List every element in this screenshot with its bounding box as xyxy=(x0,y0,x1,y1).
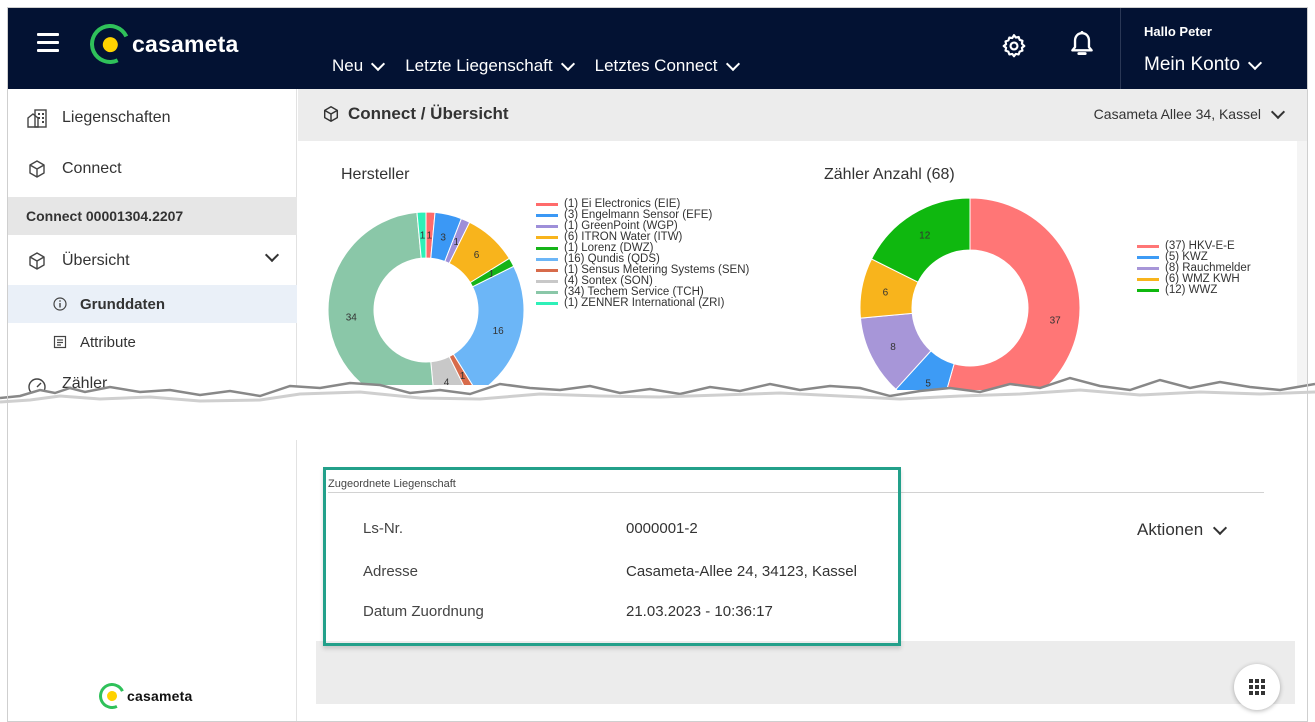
legend-swatch xyxy=(1137,245,1159,248)
footer-logo-text: casameta xyxy=(127,688,193,704)
slice-label: 37 xyxy=(1050,315,1062,326)
bell-icon[interactable] xyxy=(1069,30,1095,60)
sidebar-item-grunddaten[interactable]: Grunddaten xyxy=(8,285,297,323)
legend-label: (12) WWZ xyxy=(1165,284,1218,296)
connect-number[interactable]: Connect 00001304.2207 xyxy=(8,197,297,235)
nav-neu-label: Neu xyxy=(332,56,364,75)
menu-icon[interactable] xyxy=(37,33,59,53)
sidebar-item-liegenschaften[interactable]: Liegenschaften xyxy=(8,95,297,141)
legend-item[interactable]: (12) WWZ xyxy=(1137,284,1251,296)
chevron-down-icon xyxy=(1270,104,1286,119)
card-footer xyxy=(316,641,1295,704)
legend-swatch xyxy=(1137,278,1159,281)
hersteller-legend: (1) Ei Electronics (EIE) (3) Engelmann Se… xyxy=(536,198,749,309)
cube-icon xyxy=(323,106,339,122)
divider xyxy=(1120,8,1121,89)
gear-icon[interactable] xyxy=(1001,33,1027,59)
cube-icon xyxy=(26,158,48,180)
legend-swatch xyxy=(536,247,558,250)
page-title: Connect / Übersicht xyxy=(348,104,509,123)
account-menu-label: Mein Konto xyxy=(1144,54,1241,75)
chevron-down-icon[interactable] xyxy=(264,247,280,263)
sidebar-item-connect[interactable]: Connect xyxy=(8,146,297,192)
scrollbar[interactable] xyxy=(1297,141,1307,401)
nav-letztes-connect[interactable]: Letztes Connect xyxy=(594,56,740,76)
legend-swatch xyxy=(536,214,558,217)
slice-label: 3 xyxy=(440,232,446,243)
address-select-value: Casameta Allee 34, Kassel xyxy=(1093,106,1261,122)
sidebar-item-attribute[interactable]: Attribute xyxy=(8,323,297,361)
legend-swatch xyxy=(536,302,558,305)
apps-grid-button[interactable] xyxy=(1234,664,1280,710)
sidebar-item-uebersicht[interactable]: Übersicht xyxy=(8,238,297,284)
legend-item[interactable]: (1) ZENNER International (ZRI) xyxy=(536,297,749,309)
chevron-down-icon xyxy=(1248,55,1263,70)
chart-title: Hersteller xyxy=(341,166,410,183)
legend-swatch xyxy=(536,291,558,294)
chevron-down-icon xyxy=(1213,520,1228,535)
slice-label: 16 xyxy=(493,326,505,337)
top-bar: casameta Neu Letzte Liegenschaft Letztes… xyxy=(8,8,1307,89)
sidebar-item-label: Connect xyxy=(62,160,122,177)
chevron-down-icon xyxy=(371,56,386,71)
nav-letzte-liegenschaft-label: Letzte Liegenschaft xyxy=(405,56,553,75)
slice-label: 1 xyxy=(420,231,426,242)
slice-label: 34 xyxy=(346,312,358,323)
footer-logo: casameta xyxy=(95,679,193,713)
document-icon xyxy=(52,334,68,350)
building-icon xyxy=(26,107,48,129)
legend-swatch xyxy=(536,225,558,228)
legend-swatch xyxy=(1137,256,1159,259)
legend-swatch xyxy=(536,203,558,206)
legend-swatch xyxy=(1137,267,1159,270)
breadcrumb: Connect / Übersicht xyxy=(322,104,509,124)
sidebar-item-label: Grunddaten xyxy=(80,295,165,313)
legend-swatch xyxy=(536,269,558,272)
grid-icon xyxy=(1249,679,1265,695)
logo-text: casameta xyxy=(132,30,239,57)
sidebar-item-label: Attribute xyxy=(80,333,136,351)
chevron-down-icon xyxy=(560,56,575,71)
logo-mark-icon xyxy=(95,679,129,713)
legend-swatch xyxy=(536,258,558,261)
greeting: Hallo Peter xyxy=(1144,24,1212,39)
nav-letztes-connect-label: Letztes Connect xyxy=(594,56,718,75)
logo-mark-icon xyxy=(84,18,136,70)
sidebar-item-label: Übersicht xyxy=(62,252,130,269)
sidebar-item-label: Liegenschaften xyxy=(62,109,171,126)
address-select[interactable]: Casameta Allee 34, Kassel xyxy=(1093,104,1286,122)
legend-swatch xyxy=(536,280,558,283)
slice-label: 8 xyxy=(890,342,896,353)
torn-edge xyxy=(0,376,1315,416)
info-icon xyxy=(52,296,68,312)
nav-letzte-liegenschaft[interactable]: Letzte Liegenschaft xyxy=(405,56,575,76)
chart-title: Zähler Anzahl (68) xyxy=(824,166,955,183)
highlight-frame xyxy=(323,467,901,646)
slice-label: 6 xyxy=(883,288,889,299)
page-header: Connect / Übersicht Casameta Allee 34, K… xyxy=(298,89,1307,141)
legend-label: (1) ZENNER International (ZRI) xyxy=(564,297,725,309)
zaehler-legend: (37) HKV-E-E (5) KWZ (8) Rauchmelder (6) WM… xyxy=(1137,240,1251,296)
brand-logo[interactable]: casameta xyxy=(84,18,239,70)
nav-neu[interactable]: Neu xyxy=(332,56,386,76)
actions-button[interactable]: Aktionen xyxy=(1137,520,1228,540)
account-menu[interactable]: Mein Konto xyxy=(1144,54,1263,76)
slice-label: 6 xyxy=(474,250,480,261)
cube-icon xyxy=(26,250,48,272)
legend-swatch xyxy=(1137,289,1159,292)
legend-swatch xyxy=(536,236,558,239)
chevron-down-icon xyxy=(725,56,740,71)
slice-label: 12 xyxy=(919,230,931,241)
actions-button-label: Aktionen xyxy=(1137,520,1204,539)
main-nav: Neu Letzte Liegenschaft Letztes Connect xyxy=(332,56,740,76)
slice-label: 1 xyxy=(427,231,433,242)
